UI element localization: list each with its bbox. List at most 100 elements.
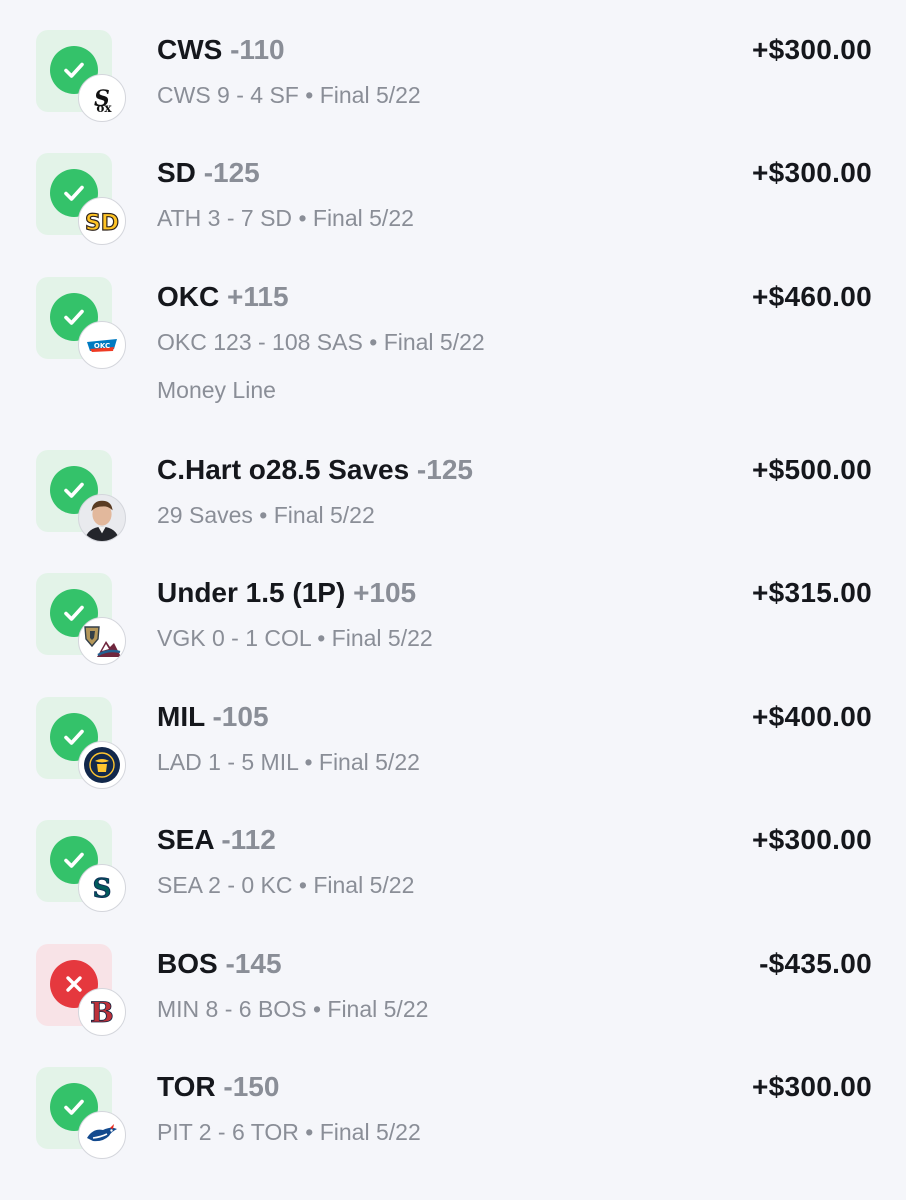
win-tile — [36, 1067, 126, 1159]
player-headshot-icon — [78, 494, 126, 542]
bet-odds: +105 — [353, 577, 417, 608]
bet-row[interactable]: Under 1.5 (1P) +105 +$315.00 VGK 0 - 1 C… — [0, 573, 906, 665]
bet-row[interactable]: SD SD -125 +$300.00 ATH 3 - 7 SD • Final… — [0, 153, 906, 245]
bet-row[interactable]: S ox CWS -110 +$300.00 CWS 9 - 4 SF • Fi… — [0, 30, 906, 122]
bet-payout: +$300.00 — [752, 157, 872, 188]
bet-title: SD -125 — [157, 157, 260, 189]
bet-payout: +$300.00 — [752, 824, 872, 855]
svg-text:SD: SD — [85, 211, 119, 236]
bet-row[interactable]: TOR -150 +$300.00 PIT 2 - 6 TOR • Final … — [0, 1067, 906, 1159]
golden-knights-avalanche-logo-icon — [78, 617, 126, 665]
bet-status: Final 5/22 — [383, 329, 485, 355]
separator-dot: • — [305, 82, 314, 108]
separator-dot: • — [298, 205, 307, 231]
bet-score: PIT 2 - 6 TOR — [157, 1119, 299, 1145]
bet-payout: +$300.00 — [752, 1071, 872, 1102]
brewers-logo-icon — [78, 741, 126, 789]
bet-pick: C.Hart o28.5 Saves — [157, 454, 410, 485]
bet-status: Final 5/22 — [331, 625, 433, 651]
bet-odds: -150 — [223, 1071, 280, 1102]
bet-pick: CWS — [157, 34, 223, 65]
separator-dot: • — [259, 502, 268, 528]
bet-result-line: MIN 8 - 6 BOS • Final 5/22 — [157, 996, 428, 1023]
bet-score: OKC 123 - 108 SAS — [157, 329, 363, 355]
bet-score: LAD 1 - 5 MIL — [157, 749, 299, 775]
bet-pick: MIL — [157, 701, 205, 732]
bet-title: C.Hart o28.5 Saves -125 — [157, 454, 473, 486]
win-tile — [36, 450, 126, 542]
separator-dot: • — [298, 872, 307, 898]
bet-status: Final 5/22 — [273, 502, 375, 528]
padres-logo-icon: SD — [78, 197, 126, 245]
bet-result-line: OKC 123 - 108 SAS • Final 5/22 — [157, 329, 485, 356]
bet-result-line: 29 Saves • Final 5/22 — [157, 502, 375, 529]
separator-dot: • — [305, 1119, 314, 1145]
bet-row[interactable]: OKC OKC +115 +$460.00 OKC 123 - 108 SAS … — [0, 277, 906, 417]
bet-payout: +$315.00 — [752, 577, 872, 608]
red-sox-logo-icon: B — [78, 988, 126, 1036]
bet-pick: SD — [157, 157, 196, 188]
svg-text:ox: ox — [96, 101, 112, 115]
svg-text:B: B — [90, 996, 114, 1029]
win-tile: S — [36, 820, 126, 912]
bet-row[interactable]: B BOS -145 -$435.00 MIN 8 - 6 BOS • Fina… — [0, 944, 906, 1036]
svg-text:OKC: OKC — [94, 342, 110, 350]
bet-status: Final 5/22 — [319, 82, 421, 108]
bet-title: TOR -150 — [157, 1071, 279, 1103]
svg-text:S: S — [93, 874, 112, 904]
bet-score: VGK 0 - 1 COL — [157, 625, 311, 651]
win-tile: S ox — [36, 30, 126, 122]
win-tile: SD — [36, 153, 126, 245]
bet-pick: OKC — [157, 281, 220, 312]
bet-title: MIL -105 — [157, 701, 269, 733]
separator-dot: • — [369, 329, 378, 355]
bet-odds: -125 — [416, 454, 473, 485]
bet-payout: +$460.00 — [752, 281, 872, 312]
bet-market: Money Line — [157, 377, 276, 403]
bet-title: SEA -112 — [157, 824, 276, 856]
bet-payout: +$500.00 — [752, 454, 872, 485]
mariners-logo-icon: S — [78, 864, 126, 912]
thunder-logo-icon: OKC — [78, 321, 126, 369]
separator-dot: • — [304, 749, 313, 775]
bet-row[interactable]: S SEA -112 +$300.00 SEA 2 - 0 KC • Final… — [0, 820, 906, 912]
bet-score: CWS 9 - 4 SF — [157, 82, 299, 108]
bet-result-line: CWS 9 - 4 SF • Final 5/22 — [157, 82, 421, 109]
bet-row[interactable]: MIL -105 +$400.00 LAD 1 - 5 MIL • Final … — [0, 697, 906, 789]
bet-pick: SEA — [157, 824, 214, 855]
bet-result-line: LAD 1 - 5 MIL • Final 5/22 — [157, 749, 420, 776]
bet-result-line: SEA 2 - 0 KC • Final 5/22 — [157, 872, 414, 899]
bet-status: Final 5/22 — [319, 1119, 421, 1145]
bet-odds: -145 — [225, 948, 282, 979]
bet-title: CWS -110 — [157, 34, 285, 66]
bet-title: BOS -145 — [157, 948, 282, 980]
bet-status: Final 5/22 — [313, 872, 415, 898]
bet-payout: +$300.00 — [752, 34, 872, 65]
bet-status: Final 5/22 — [318, 749, 420, 775]
blue-jays-logo-icon — [78, 1111, 126, 1159]
bet-pick: BOS — [157, 948, 218, 979]
bet-odds: +115 — [227, 281, 289, 312]
bet-odds: -112 — [221, 824, 276, 855]
loss-tile: B — [36, 944, 126, 1036]
bet-status: Final 5/22 — [327, 996, 429, 1022]
white-sox-logo-icon: S ox — [78, 74, 126, 122]
bet-odds: -110 — [230, 34, 285, 65]
bet-result-line: PIT 2 - 6 TOR • Final 5/22 — [157, 1119, 421, 1146]
bet-payout: +$400.00 — [752, 701, 872, 732]
separator-dot: • — [312, 996, 321, 1022]
bet-result-line: VGK 0 - 1 COL • Final 5/22 — [157, 625, 433, 652]
win-tile — [36, 697, 126, 789]
bet-score: 29 Saves — [157, 502, 253, 528]
bet-pick: TOR — [157, 1071, 216, 1102]
win-tile: OKC — [36, 277, 126, 369]
bet-payout: -$435.00 — [759, 948, 872, 979]
bet-score: SEA 2 - 0 KC — [157, 872, 293, 898]
bet-row[interactable]: C.Hart o28.5 Saves -125 +$500.00 29 Save… — [0, 450, 906, 542]
bet-odds: -125 — [203, 157, 260, 188]
bet-odds: -105 — [212, 701, 269, 732]
bet-result-line: ATH 3 - 7 SD • Final 5/22 — [157, 205, 414, 232]
bet-title: Under 1.5 (1P) +105 — [157, 577, 416, 609]
win-tile — [36, 573, 126, 665]
bet-title: OKC +115 — [157, 281, 289, 313]
